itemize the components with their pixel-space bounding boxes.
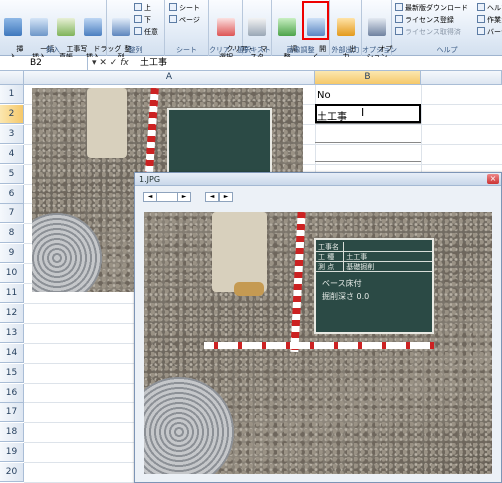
row-header[interactable]: 10 bbox=[0, 264, 24, 284]
formula-icons[interactable]: ▾ ✕ ✓ fx bbox=[92, 57, 129, 70]
group-text: マ スタ テキスト bbox=[243, 0, 272, 61]
formula-input[interactable]: 土工事 bbox=[140, 57, 167, 70]
drag-icon bbox=[84, 18, 102, 36]
row-header[interactable]: 15 bbox=[0, 363, 24, 383]
ribbon: 挿 入 一括 挿入 工事写 真帳 ドラッグ 挿入 挿入 整 列 上 下 任意 整… bbox=[0, 0, 502, 61]
photo-board: 工事名 工 種 土工事 測 点 基礎掘削 ベース床付 掘削深さ 0.0 bbox=[314, 238, 434, 334]
column-header-c[interactable] bbox=[421, 71, 502, 85]
align-top-button[interactable]: 上 bbox=[134, 3, 151, 13]
page-button[interactable]: ページ bbox=[169, 15, 200, 25]
group-align: 整 列 上 下 任意 整列 bbox=[107, 0, 165, 61]
group-sheet: シート ページ シート bbox=[165, 0, 209, 56]
images-icon bbox=[30, 18, 48, 36]
cell-b1[interactable]: No bbox=[317, 90, 331, 101]
license-acquired-button: ライセンス取得済 bbox=[395, 27, 461, 37]
page-icon bbox=[169, 15, 177, 23]
any-icon bbox=[134, 27, 142, 35]
open-button-highlight bbox=[302, 1, 329, 40]
row-header[interactable]: 5 bbox=[0, 164, 24, 184]
export-icon bbox=[337, 18, 355, 36]
sheet-photo-board bbox=[167, 108, 272, 176]
work-guide-button[interactable]: 作業ガ bbox=[477, 15, 502, 25]
name-box[interactable]: B2 bbox=[0, 57, 88, 70]
group-export: 出 力 外部出力 bbox=[330, 0, 362, 61]
column-header-b[interactable]: B bbox=[315, 71, 421, 85]
help-button[interactable]: ヘルプ bbox=[477, 3, 502, 13]
group-help: 最新版ダウンロード ライセンス登録 ライセンス取得済 ヘルプ 作業ガ バージョン… bbox=[392, 0, 502, 56]
row-header[interactable]: 7 bbox=[0, 204, 24, 224]
row-header[interactable]: 17 bbox=[0, 403, 24, 423]
download-latest-button[interactable]: 最新版ダウンロード bbox=[395, 3, 468, 13]
row-header[interactable]: 6 bbox=[0, 184, 24, 204]
nav-scroll-track[interactable] bbox=[157, 192, 177, 202]
prev-button[interactable]: ◄ bbox=[143, 192, 157, 202]
close-button[interactable]: × bbox=[487, 174, 499, 184]
key-icon bbox=[395, 27, 403, 35]
group-clear: クリア・ 選択 クリア・選択 bbox=[209, 0, 254, 61]
row-header[interactable]: 4 bbox=[0, 144, 24, 164]
guide-icon bbox=[477, 15, 485, 23]
next-file-button[interactable]: ► bbox=[219, 192, 233, 202]
row-header[interactable]: 20 bbox=[0, 463, 24, 483]
sheet-button[interactable]: シート bbox=[169, 3, 200, 13]
next-button[interactable]: ► bbox=[177, 192, 191, 202]
sheet-icon bbox=[169, 3, 177, 11]
row-header[interactable]: 3 bbox=[0, 124, 24, 144]
key-icon bbox=[395, 15, 403, 23]
align-any-button[interactable]: 任意 bbox=[134, 27, 158, 37]
cell-b2[interactable]: 土工事 bbox=[317, 108, 347, 123]
up-icon bbox=[134, 3, 142, 11]
row-header[interactable]: 2 bbox=[0, 104, 24, 124]
row-header[interactable]: 1 bbox=[0, 85, 24, 104]
align-icon bbox=[112, 18, 130, 36]
row-header[interactable]: 12 bbox=[0, 303, 24, 323]
formula-bar: B2 ▾ ✕ ✓ fx 土工事 bbox=[0, 57, 502, 71]
album-icon bbox=[57, 18, 75, 36]
column-header-a[interactable]: A bbox=[24, 71, 315, 85]
row-header[interactable]: 18 bbox=[0, 423, 24, 443]
eraser-icon bbox=[217, 18, 235, 36]
row-header[interactable]: 8 bbox=[0, 224, 24, 244]
info-icon bbox=[477, 27, 485, 35]
gear-icon bbox=[368, 18, 386, 36]
help-icon bbox=[477, 3, 485, 11]
row-header[interactable]: 16 bbox=[0, 383, 24, 403]
row-header[interactable]: 9 bbox=[0, 244, 24, 264]
viewer-photo[interactable]: 工事名 工 種 土工事 測 点 基礎掘削 ベース床付 掘削深さ 0.0 bbox=[144, 212, 492, 474]
row-header[interactable]: 14 bbox=[0, 343, 24, 363]
row-header[interactable]: 13 bbox=[0, 323, 24, 343]
download-icon bbox=[395, 3, 403, 11]
group-insert: 挿 入 一括 挿入 工事写 真帳 ドラッグ 挿入 挿入 bbox=[0, 0, 121, 61]
row-header[interactable]: 19 bbox=[0, 443, 24, 463]
select-all[interactable] bbox=[0, 71, 24, 85]
prev-file-button[interactable]: ◄ bbox=[205, 192, 219, 202]
image-icon bbox=[4, 18, 22, 36]
down-icon bbox=[134, 15, 142, 23]
row-header[interactable]: 11 bbox=[0, 284, 24, 303]
adjust-icon bbox=[278, 18, 296, 36]
viewer-title[interactable]: 1.JPG bbox=[135, 173, 501, 186]
image-viewer-window[interactable]: 1.JPG × ◄ ► ◄ ► 工事名 工 種 土工事 測 点 基礎掘削 ベース… bbox=[134, 172, 502, 483]
license-register-button[interactable]: ライセンス登録 bbox=[395, 15, 454, 25]
ibeam-cursor-icon: I bbox=[361, 106, 365, 119]
group-option: オプ ション オプション bbox=[362, 0, 397, 61]
version-button[interactable]: バージョン bbox=[477, 27, 502, 37]
document-icon bbox=[248, 18, 266, 36]
align-bottom-button[interactable]: 下 bbox=[134, 15, 151, 25]
